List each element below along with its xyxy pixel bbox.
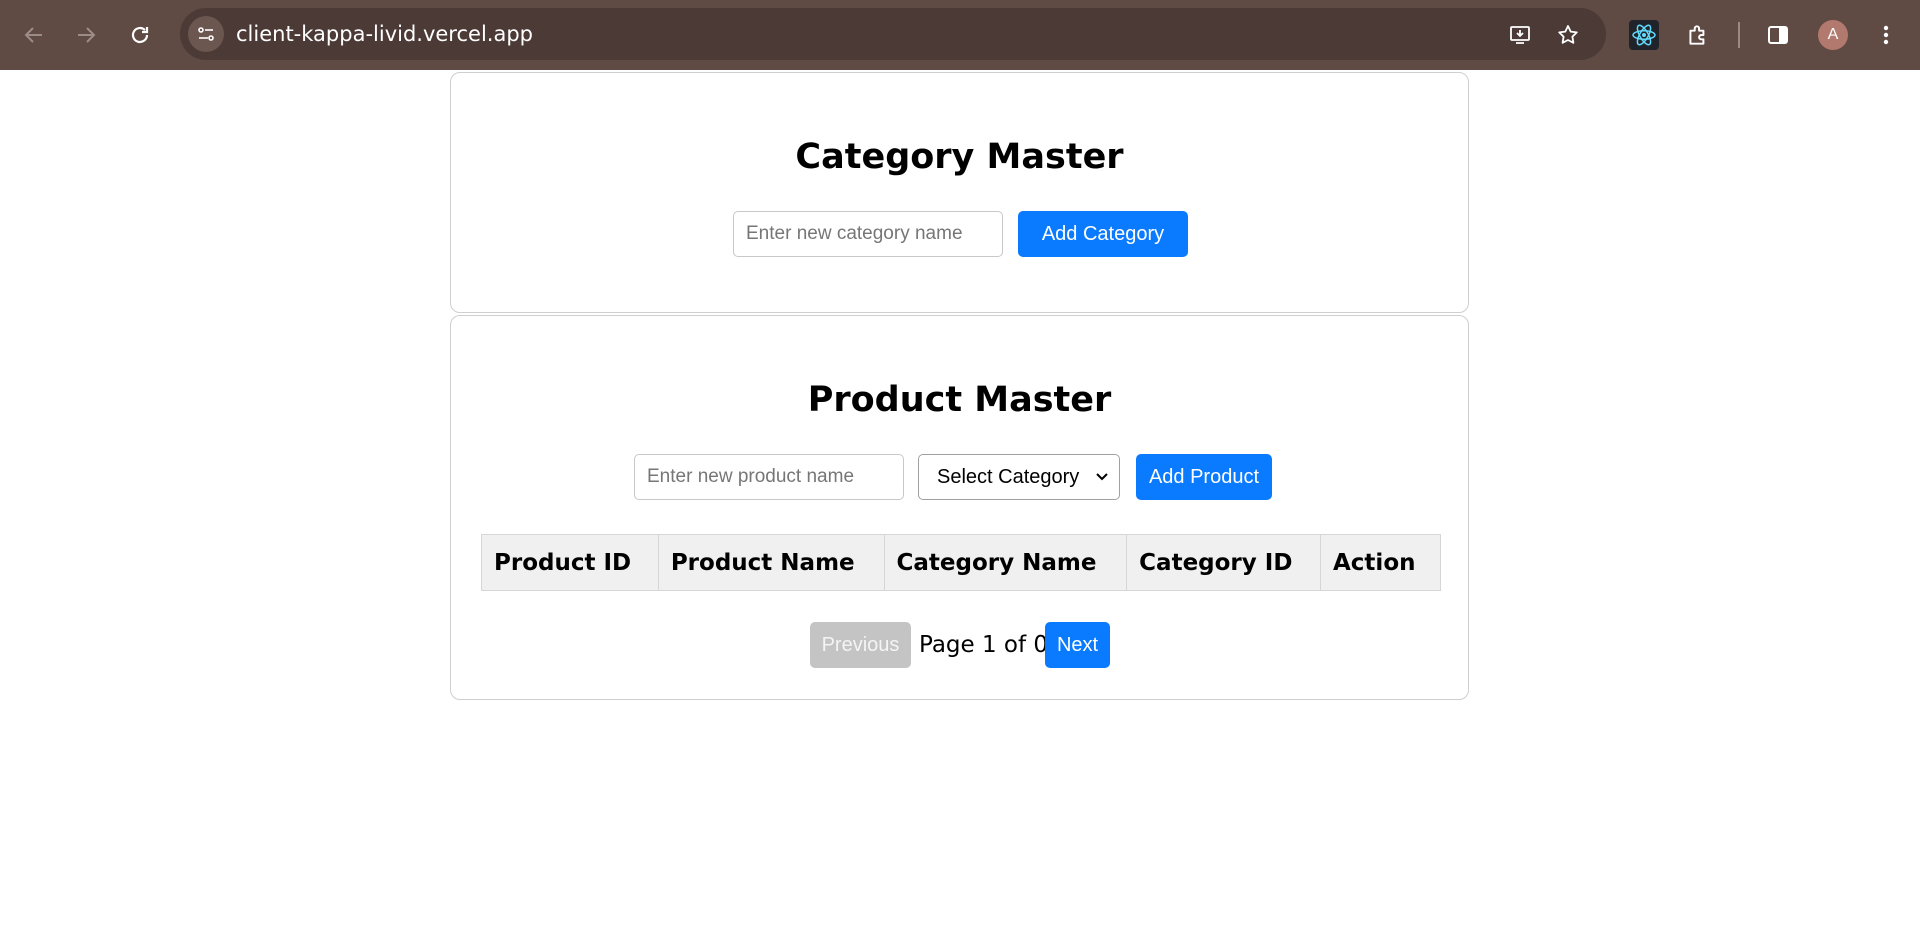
react-devtools-icon[interactable]	[1626, 17, 1662, 53]
product-master-title: Product Master	[807, 380, 1112, 420]
url-text[interactable]: client-kappa-livid.vercel.app	[236, 22, 533, 46]
extensions-icon[interactable]	[1680, 17, 1716, 53]
back-button[interactable]	[14, 15, 54, 55]
bookmark-star-icon[interactable]	[1554, 21, 1582, 49]
category-master-title: Category Master	[795, 137, 1124, 177]
column-header-product-id[interactable]: Product ID	[481, 534, 659, 591]
next-page-button[interactable]: Next	[1045, 622, 1110, 668]
chevron-down-icon	[1096, 473, 1108, 481]
category-master-card: Category Master Enter new category name …	[450, 72, 1469, 313]
product-master-card: Product Master Enter new product name Se…	[450, 315, 1469, 700]
side-panel-icon[interactable]	[1760, 17, 1796, 53]
product-name-input[interactable]: Enter new product name	[634, 454, 904, 500]
column-header-product-name[interactable]: Product Name	[657, 534, 885, 591]
category-select-value: Select Category	[937, 466, 1080, 488]
column-header-action[interactable]: Action	[1320, 534, 1441, 591]
products-table: Product ID Product Name Category Name Ca…	[481, 534, 1441, 591]
reload-icon	[131, 26, 149, 44]
install-app-icon[interactable]	[1506, 21, 1534, 49]
column-header-category-id[interactable]: Category ID	[1126, 534, 1321, 591]
category-select[interactable]: Select Category	[918, 454, 1120, 500]
more-menu-icon[interactable]	[1868, 17, 1904, 53]
add-category-button[interactable]: Add Category	[1018, 211, 1188, 257]
profile-avatar[interactable]: A	[1818, 20, 1848, 50]
arrow-right-icon	[78, 27, 96, 43]
category-name-input[interactable]: Enter new category name	[733, 211, 1003, 257]
address-bar[interactable]: client-kappa-livid.vercel.app	[180, 8, 1606, 60]
add-product-button[interactable]: Add Product	[1136, 454, 1272, 500]
reload-button[interactable]	[120, 15, 160, 55]
page-indicator: Page 1 of 0	[919, 632, 1049, 658]
arrow-left-icon	[24, 27, 42, 43]
column-header-category-name[interactable]: Category Name	[883, 534, 1128, 591]
site-info-icon[interactable]	[188, 16, 224, 52]
forward-button[interactable]	[66, 15, 106, 55]
previous-page-button[interactable]: Previous	[810, 622, 911, 668]
table-header-row: Product ID Product Name Category Name Ca…	[481, 534, 1441, 591]
toolbar-divider	[1738, 22, 1740, 48]
browser-toolbar: client-kappa-livid.vercel.app A	[0, 0, 1920, 70]
